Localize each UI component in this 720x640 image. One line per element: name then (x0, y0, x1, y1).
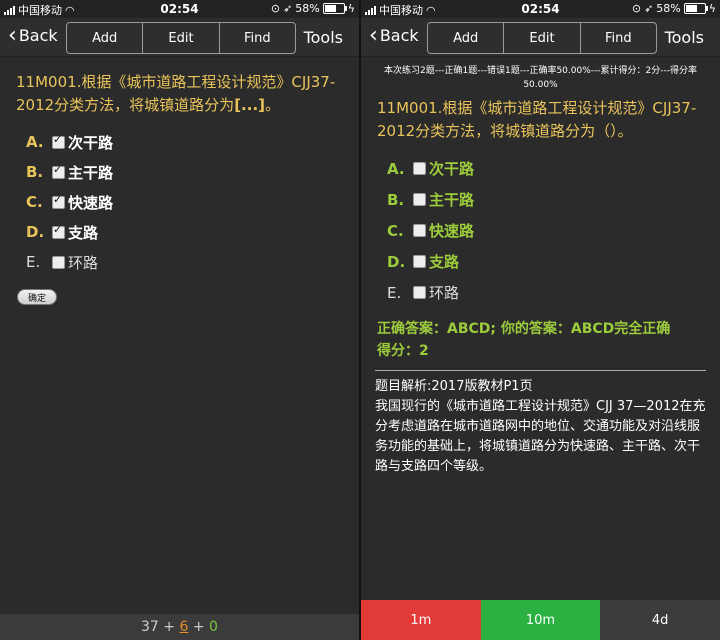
action-segment: Add Edit Find (427, 22, 657, 54)
checkbox-checked[interactable] (52, 223, 65, 239)
battery-percent: 58% (656, 2, 681, 15)
left-pane: 中国移动 ◠ 02:54 ⊙ ➶ 58% ϟ ‹ Back Add Edit F… (0, 0, 359, 640)
correct-answer-line: 正确答案：ABCD; 你的答案：ABCD完全正确 (377, 321, 671, 337)
battery-icon (322, 3, 347, 14)
checkbox-checked[interactable] (52, 133, 65, 149)
option-c[interactable]: C.快速路 (0, 187, 359, 217)
checkbox-checked[interactable] (52, 163, 65, 179)
option-d[interactable]: D.支路 (0, 217, 359, 247)
practice-summary: 本次练习2题---正确1题---错误1题---正确率50.00%---累计得分：… (384, 66, 697, 90)
right-pane: 中国移动 ◠ 02:54 ⊙ ➶ 58% ϟ ‹ Back Add Edit F… (361, 0, 720, 640)
option-b[interactable]: B.主干路 (0, 157, 359, 187)
good-button[interactable]: 10m (480, 600, 601, 640)
card-counts: 37 + 6 + 0 (0, 614, 359, 640)
answer-buttons: 1m 10m 4d (361, 600, 720, 640)
checkbox-unchecked (413, 224, 426, 237)
option-d: D. 支路 (387, 252, 460, 272)
charging-icon: ϟ (708, 2, 716, 15)
checkbox-unchecked (413, 193, 426, 206)
option-c: C. 快速路 (387, 221, 475, 241)
battery-percent: 58% (295, 2, 320, 15)
add-button[interactable]: Add (67, 23, 144, 53)
action-segment: Add Edit Find (66, 22, 296, 54)
option-b: B. 主干路 (387, 190, 475, 210)
location-icon: ➶ (644, 2, 654, 15)
charging-icon: ϟ (347, 2, 355, 15)
back-button[interactable]: ‹ Back (369, 22, 419, 48)
analysis-title: 题目解析:2017版教材P1页 (375, 379, 533, 394)
question-text: 11M001.根据《城市道路工程设计规范》CJJ37-2012分类方法，将城镇道… (377, 99, 697, 140)
status-bar: 中国移动 ◠ 02:54 ⊙ ➶ 58% ϟ (0, 0, 359, 18)
checkbox-unchecked[interactable] (52, 255, 65, 269)
tools-button[interactable]: Tools (665, 28, 704, 47)
easy-button[interactable]: 4d (600, 600, 720, 640)
edit-button[interactable]: Edit (504, 23, 581, 53)
toolbar: ‹ Back Add Edit Find Tools (361, 18, 720, 57)
checkbox-unchecked (413, 286, 426, 299)
option-e: E. 环路 (387, 283, 460, 303)
status-bar: 中国移动 ◠ 02:54 ⊙ ➶ 58% ϟ (361, 0, 720, 18)
find-button[interactable]: Find (220, 23, 295, 53)
lock-rotation-icon: ⊙ (270, 2, 281, 15)
analysis-body: 我国现行的《城市道路工程设计规范》CJJ 37—2012在充分考虑道路在城市道路… (375, 399, 706, 474)
answer-result: 正确答案：ABCD; 你的答案：ABCD完全正确 得分：2 (361, 308, 720, 362)
again-button[interactable]: 1m (361, 600, 481, 640)
checkbox-unchecked (413, 255, 426, 268)
option-a: A. 次干路 (387, 159, 475, 179)
option-e[interactable]: E. 环路 (0, 247, 359, 277)
edit-button[interactable]: Edit (143, 23, 220, 53)
checkbox-unchecked (413, 162, 426, 175)
confirm-button[interactable]: 确定 (17, 289, 57, 305)
tools-button[interactable]: Tools (304, 28, 343, 47)
analysis: 题目解析:2017版教材P1页 我国现行的《城市道路工程设计规范》CJJ 37—… (361, 371, 720, 477)
question-blank: [...] (234, 96, 265, 114)
new-count: 37 (141, 619, 159, 635)
toolbar: ‹ Back Add Edit Find Tools (0, 18, 359, 57)
question-text: 11M001.根据《城市道路工程设计规范》CJJ37-2012分类方法，将城镇道… (16, 73, 336, 114)
chevron-left-icon: ‹ (369, 22, 378, 48)
checkbox-checked[interactable] (52, 193, 65, 209)
learning-count: 6 (179, 619, 189, 635)
lock-rotation-icon: ⊙ (631, 2, 642, 15)
location-icon: ➶ (283, 2, 293, 15)
back-button[interactable]: ‹ Back (8, 22, 58, 48)
add-button[interactable]: Add (428, 23, 505, 53)
score-line: 得分：2 (377, 343, 429, 359)
chevron-left-icon: ‹ (8, 22, 17, 48)
find-button[interactable]: Find (581, 23, 656, 53)
battery-icon (683, 3, 708, 14)
option-list: A.次干路 B.主干路 C.快速路 D.支路 E.环路 (0, 127, 359, 277)
option-a[interactable]: A.次干路 (0, 127, 359, 157)
review-count: 0 (209, 619, 218, 635)
option-list: A.次干路 B.主干路 C.快速路 D.支路 E.环路 (361, 153, 720, 308)
